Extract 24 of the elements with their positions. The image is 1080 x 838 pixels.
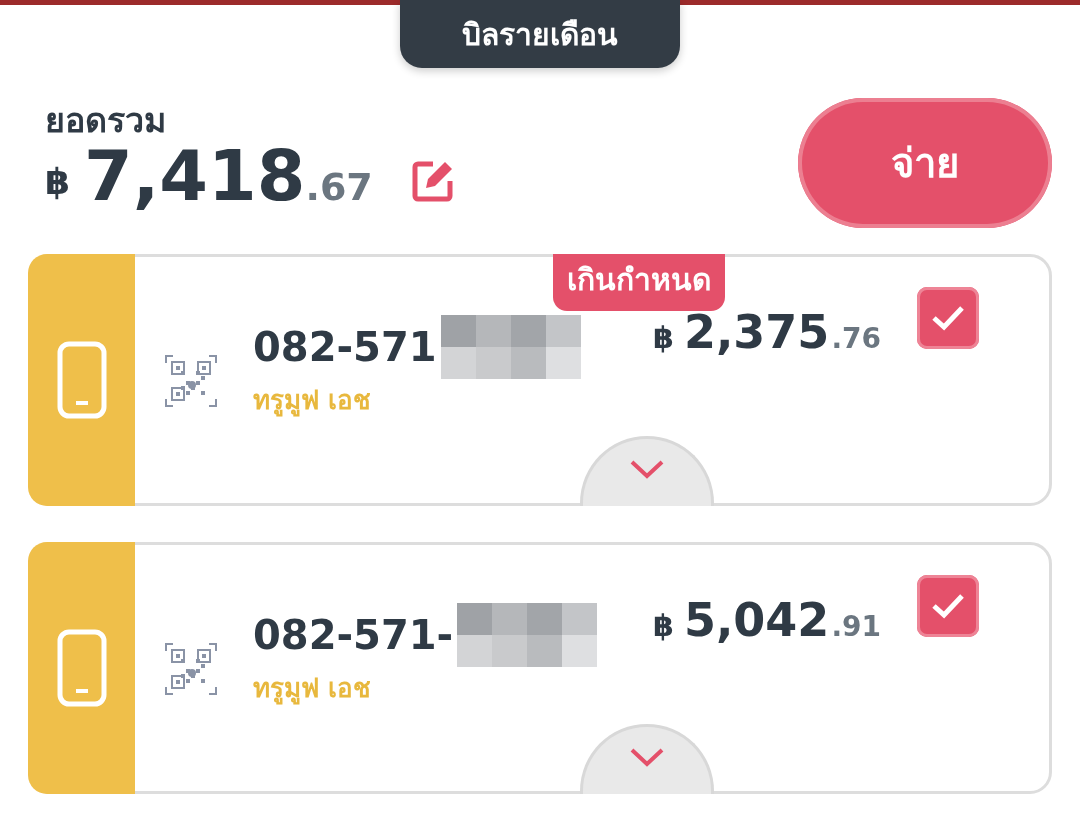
bill-tab[interactable]: บิลรายเดือน — [400, 0, 680, 68]
currency-symbol: ฿ — [653, 608, 674, 643]
qr-code-icon — [165, 643, 217, 695]
operator-name: ทรูมูฟ เอช — [253, 385, 372, 415]
chevron-down-icon — [629, 459, 665, 479]
total-label: ยอดรวม — [45, 101, 167, 138]
phone-number: 082-571 — [253, 324, 437, 370]
overdue-badge: เกินกำหนด — [553, 254, 725, 311]
checkbox[interactable] — [917, 575, 979, 637]
checkmark-icon — [931, 305, 965, 331]
total-amount: 7,418.67 — [84, 137, 373, 219]
currency-symbol: ฿ — [653, 320, 674, 355]
checkmark-icon — [931, 593, 965, 619]
phone-icon — [56, 341, 107, 419]
bill-amount: 5,042.91 — [683, 593, 881, 647]
qr-code-icon — [165, 355, 217, 407]
checkbox[interactable] — [917, 287, 979, 349]
phone-icon — [56, 629, 107, 707]
currency-symbol: ฿ — [45, 160, 71, 202]
pay-button[interactable]: จ่าย — [798, 98, 1052, 228]
phone-number: 082-571- — [253, 612, 454, 658]
chevron-down-icon — [629, 747, 665, 767]
edit-icon[interactable] — [410, 159, 455, 203]
operator-name: ทรูมูฟ เอช — [253, 673, 372, 703]
